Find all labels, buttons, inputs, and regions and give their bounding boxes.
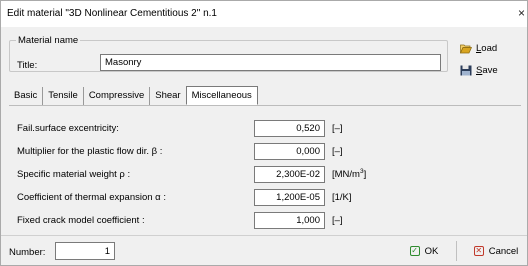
tab-basic[interactable]: Basic	[9, 87, 44, 105]
tab-strip: Basic Tensile Compressive Shear Miscella…	[9, 86, 258, 105]
param-input[interactable]: 0,520	[254, 120, 325, 137]
close-icon[interactable]: ×	[518, 6, 525, 20]
param-unit: [–]	[332, 123, 343, 134]
ok-button[interactable]: ✓ OK	[395, 241, 453, 261]
param-input[interactable]: 1,000	[254, 212, 325, 229]
title-label: Title:	[17, 60, 38, 71]
param-label: Multiplier for the plastic flow dir. β :	[17, 146, 163, 157]
param-input[interactable]: 1,200E-05	[254, 189, 325, 206]
miscellaneous-panel: Fail.surface excentricity: 0,520 [–] Mul…	[9, 105, 521, 235]
open-folder-icon	[460, 44, 472, 53]
param-unit-close: ]	[363, 169, 367, 180]
title-bar: Edit material "3D Nonlinear Cementitious…	[1, 1, 527, 27]
param-label: Fail.surface excentricity:	[17, 123, 119, 134]
check-icon: ✓	[409, 246, 420, 256]
param-row: Coefficient of thermal expansion α : 1,2…	[17, 189, 517, 206]
save-button[interactable]: Save	[456, 61, 522, 79]
material-name-legend: Material name	[16, 35, 81, 46]
param-input[interactable]: 0,000	[254, 143, 325, 160]
param-row: Fail.surface excentricity: 0,520 [–]	[17, 120, 517, 137]
tab-tensile[interactable]: Tensile	[43, 87, 84, 105]
param-row: Specific material weight ρ : 2,300E-02 […	[17, 166, 517, 183]
ok-label: OK	[424, 245, 439, 257]
cancel-label: Cancel	[488, 245, 519, 257]
save-label: ave	[482, 64, 498, 76]
param-label: Coefficient of thermal expansion α :	[17, 192, 166, 203]
footer-divider	[1, 235, 527, 236]
tab-compressive[interactable]: Compressive	[84, 87, 151, 105]
x-icon: ✕	[473, 246, 484, 256]
edit-material-dialog: Edit material "3D Nonlinear Cementitious…	[0, 0, 528, 266]
button-divider	[456, 241, 457, 261]
param-unit: [–]	[332, 146, 343, 157]
param-row: Fixed crack model coefficient : 1,000 [–…	[17, 212, 517, 229]
param-label: Specific material weight ρ :	[17, 169, 131, 180]
param-label: Fixed crack model coefficient :	[17, 215, 145, 226]
param-row: Multiplier for the plastic flow dir. β :…	[17, 143, 517, 160]
load-label: oad	[481, 42, 498, 54]
param-input[interactable]: 2,300E-02	[254, 166, 325, 183]
param-unit-base: [MN/m	[332, 169, 360, 180]
number-input[interactable]: 1	[55, 242, 115, 260]
tab-miscellaneous[interactable]: Miscellaneous	[185, 86, 258, 105]
tab-shear[interactable]: Shear	[150, 87, 185, 105]
param-unit: [MN/m3]	[332, 168, 367, 180]
floppy-disk-icon	[460, 65, 472, 75]
number-label: Number:	[9, 247, 46, 258]
title-input[interactable]: Masonry	[100, 54, 441, 71]
load-button[interactable]: Load	[456, 39, 522, 57]
cancel-button[interactable]: ✕ Cancel	[465, 241, 527, 261]
window-title: Edit material "3D Nonlinear Cementitious…	[7, 8, 217, 19]
param-unit: [1/K]	[332, 192, 352, 203]
param-unit: [–]	[332, 215, 343, 226]
